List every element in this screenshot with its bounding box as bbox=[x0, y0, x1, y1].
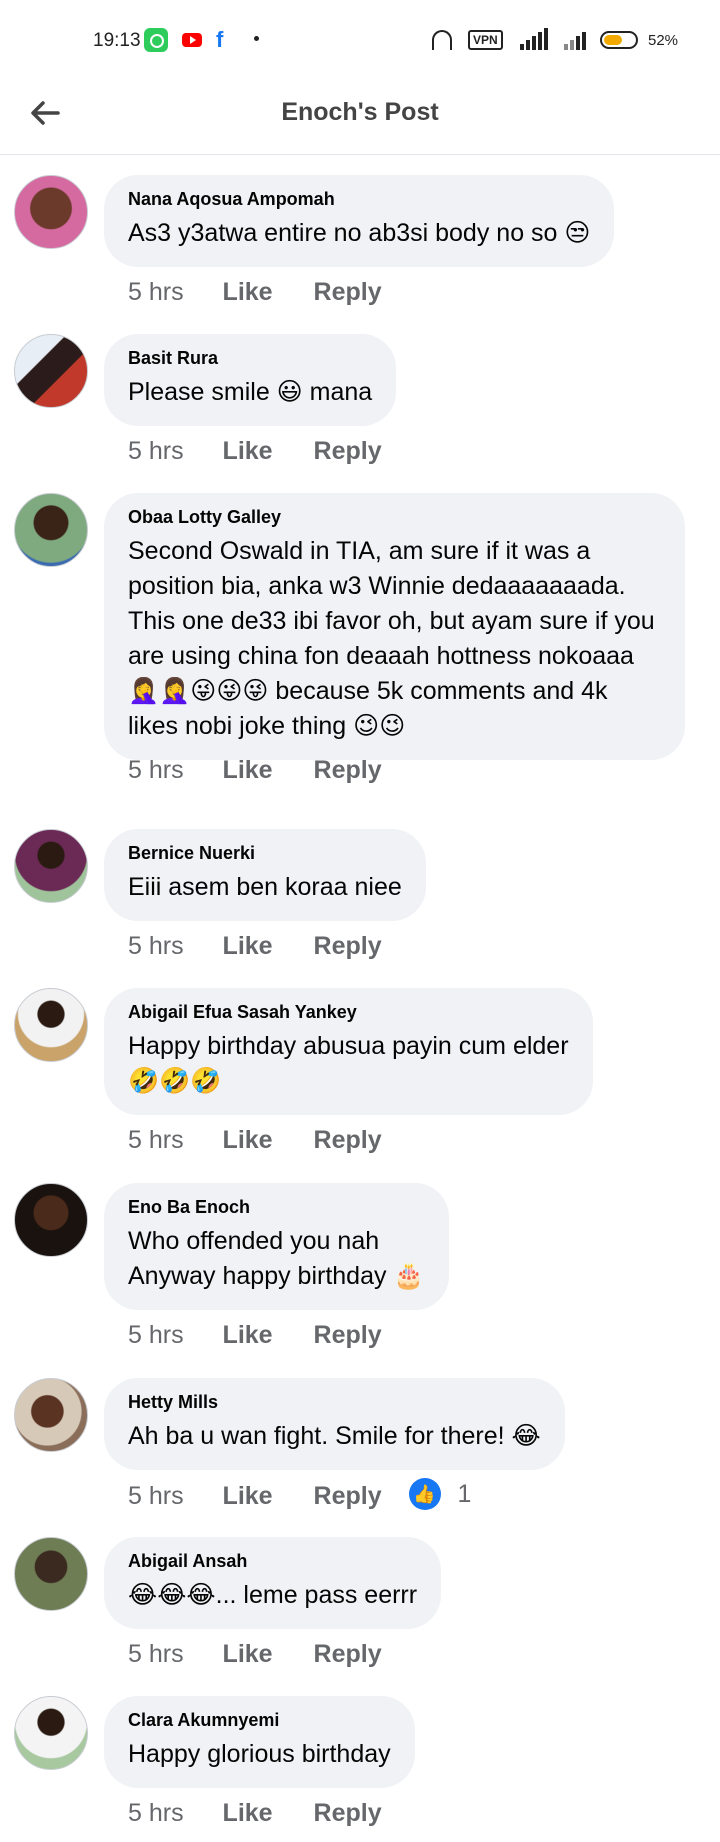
comment-bubble: Abigail Ansah 😂😂😂... leme pass eerrr bbox=[104, 1537, 442, 1629]
comment-time: 5 hrs bbox=[128, 932, 184, 960]
comment-text: 😂😂😂... leme pass eerrr bbox=[128, 1581, 418, 1609]
avatar[interactable] bbox=[14, 1378, 88, 1452]
comment-text: Ah ba u wan fight. Smile for there! 😂 bbox=[128, 1422, 541, 1450]
avatar[interactable] bbox=[14, 1183, 88, 1257]
comment-time: 5 hrs bbox=[128, 278, 184, 306]
comment-actions: 5 hrs Like Reply bbox=[128, 1321, 382, 1350]
comment-text: Happy glorious birthday bbox=[128, 1740, 391, 1768]
avatar[interactable] bbox=[14, 1537, 88, 1611]
battery-icon bbox=[600, 31, 638, 49]
comment-text: Eiii asem ben koraa niee bbox=[128, 873, 402, 901]
comment-author[interactable]: Abigail Efua Sasah Yankey bbox=[128, 1002, 569, 1023]
comment-actions: 5 hrs Like Reply bbox=[128, 278, 382, 307]
reply-button[interactable]: Reply bbox=[314, 1321, 382, 1350]
comment-bubble: Nana Aqosua Ampomah As3 y3atwa entire no… bbox=[104, 175, 615, 267]
comment-time: 5 hrs bbox=[128, 1640, 184, 1668]
like-button[interactable]: Like bbox=[223, 1482, 273, 1511]
comment-actions: 5 hrs Like Reply bbox=[128, 1126, 382, 1155]
like-button[interactable]: Like bbox=[223, 1799, 273, 1828]
comment-text: Who offended you nah Anyway happy birthd… bbox=[128, 1227, 425, 1290]
battery-percent: 52% bbox=[648, 32, 679, 49]
reply-button[interactable]: Reply bbox=[314, 437, 382, 466]
like-button[interactable]: Like bbox=[223, 1321, 273, 1350]
page-title: Enoch's Post bbox=[281, 98, 439, 126]
vpn-badge: VPN bbox=[468, 30, 503, 50]
headphones-icon bbox=[432, 30, 452, 50]
comment-actions: 5 hrs Like Reply bbox=[128, 756, 382, 785]
avatar[interactable] bbox=[14, 493, 88, 567]
reaction-summary[interactable]: 👍 1 bbox=[408, 1478, 472, 1510]
comment-actions: 5 hrs Like Reply bbox=[128, 1640, 382, 1669]
comment-actions: 5 hrs Like Reply bbox=[128, 437, 382, 466]
reply-button[interactable]: Reply bbox=[314, 278, 382, 307]
status-time: 19:13 bbox=[93, 30, 141, 51]
comment-author[interactable]: Basit Rura bbox=[128, 348, 372, 369]
reply-button[interactable]: Reply bbox=[314, 1640, 382, 1669]
whatsapp-icon bbox=[144, 28, 168, 52]
comment-author[interactable]: Abigail Ansah bbox=[128, 1551, 417, 1572]
like-button[interactable]: Like bbox=[223, 278, 273, 307]
like-button[interactable]: Like bbox=[223, 1126, 273, 1155]
comment-time: 5 hrs bbox=[128, 756, 184, 784]
reply-button[interactable]: Reply bbox=[314, 756, 382, 785]
comment-bubble: Clara Akumnyemi Happy glorious birthday bbox=[104, 1696, 415, 1788]
comment-text: Happy birthday abusua payin cum elder 🤣🤣… bbox=[128, 1032, 569, 1095]
reply-button[interactable]: Reply bbox=[314, 932, 382, 961]
avatar[interactable] bbox=[14, 988, 88, 1062]
comment-text: As3 y3atwa entire no ab3si body no so 😒 bbox=[128, 219, 591, 247]
comment-time: 5 hrs bbox=[128, 1126, 184, 1154]
reply-button[interactable]: Reply bbox=[314, 1482, 382, 1511]
avatar[interactable] bbox=[14, 1696, 88, 1770]
comment-bubble: Obaa Lotty Galley Second Oswald in TIA, … bbox=[104, 493, 685, 760]
comment-actions: 5 hrs Like Reply bbox=[128, 1799, 382, 1828]
comment-author[interactable]: Clara Akumnyemi bbox=[128, 1710, 391, 1731]
signal-2-icon bbox=[562, 28, 592, 50]
youtube-icon bbox=[182, 33, 202, 47]
app-header: Enoch's Post bbox=[0, 78, 720, 155]
comment-bubble: Hetty Mills Ah ba u wan fight. Smile for… bbox=[104, 1378, 565, 1470]
comment-text: Please smile 😃 mana bbox=[128, 378, 373, 406]
comment-author[interactable]: Nana Aqosua Ampomah bbox=[128, 189, 590, 210]
comment-time: 5 hrs bbox=[128, 1481, 184, 1510]
comment-author[interactable]: Obaa Lotty Galley bbox=[128, 507, 661, 528]
reaction-count: 1 bbox=[457, 1479, 472, 1508]
comment-bubble: Basit Rura Please smile 😃 mana bbox=[104, 334, 397, 426]
comment-actions: 5 hrs Like Reply bbox=[128, 932, 382, 961]
comment-author[interactable]: Eno Ba Enoch bbox=[128, 1197, 425, 1218]
facebook-icon: f bbox=[216, 27, 224, 52]
thumbs-up-icon: 👍 bbox=[408, 1478, 441, 1510]
status-bar: 19:13 f VPN 52% bbox=[0, 0, 720, 78]
comment-bubble: Abigail Efua Sasah Yankey Happy birthday… bbox=[104, 988, 593, 1115]
like-button[interactable]: Like bbox=[223, 437, 273, 466]
signal-icon bbox=[514, 28, 550, 50]
reply-button[interactable]: Reply bbox=[314, 1126, 382, 1155]
comment-time: 5 hrs bbox=[128, 437, 184, 465]
reply-button[interactable]: Reply bbox=[314, 1799, 382, 1828]
like-button[interactable]: Like bbox=[223, 756, 273, 785]
avatar[interactable] bbox=[14, 334, 88, 408]
comment-bubble: Eno Ba Enoch Who offended you nah Anyway… bbox=[104, 1183, 449, 1310]
comment-author[interactable]: Bernice Nuerki bbox=[128, 843, 402, 864]
like-button[interactable]: Like bbox=[223, 932, 273, 961]
comment-actions: 5 hrs Like Reply 👍 1 bbox=[128, 1478, 472, 1513]
notification-dot-icon bbox=[254, 36, 259, 41]
comment-author[interactable]: Hetty Mills bbox=[128, 1392, 541, 1413]
avatar[interactable] bbox=[14, 829, 88, 903]
comment-time: 5 hrs bbox=[128, 1321, 184, 1349]
comment-text: Second Oswald in TIA, am sure if it was … bbox=[128, 537, 655, 740]
comment-time: 5 hrs bbox=[128, 1799, 184, 1827]
like-button[interactable]: Like bbox=[223, 1640, 273, 1669]
avatar[interactable] bbox=[14, 175, 88, 249]
comment-bubble: Bernice Nuerki Eiii asem ben koraa niee bbox=[104, 829, 426, 921]
